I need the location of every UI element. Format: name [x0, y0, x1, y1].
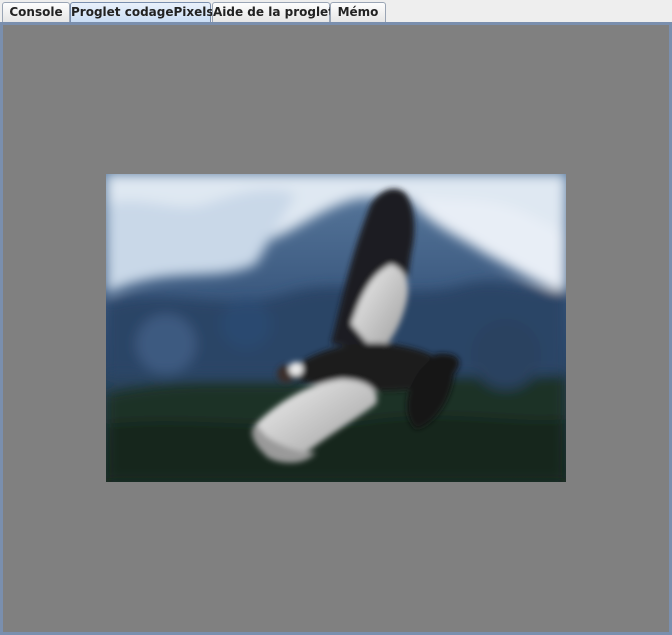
tab-aide-proglet-label: Aide de la proglet [213, 5, 334, 19]
condor-image-drawing [106, 174, 566, 482]
tab-bar: Console Proglet codagePixels Aide de la … [0, 0, 672, 23]
tab-memo[interactable]: Mémo [330, 2, 386, 22]
tab-console-label: Console [9, 5, 63, 19]
pixel-canvas[interactable] [3, 25, 669, 632]
tab-proglet-codagepixels[interactable]: Proglet codagePixels [70, 2, 214, 23]
condor-image [106, 174, 566, 482]
tab-aide-proglet[interactable]: Aide de la proglet [212, 2, 334, 22]
proglet-panel [0, 22, 672, 635]
tab-memo-label: Mémo [337, 5, 379, 19]
tab-proglet-codagepixels-label: Proglet codagePixels [71, 5, 214, 19]
tab-console[interactable]: Console [2, 2, 70, 22]
